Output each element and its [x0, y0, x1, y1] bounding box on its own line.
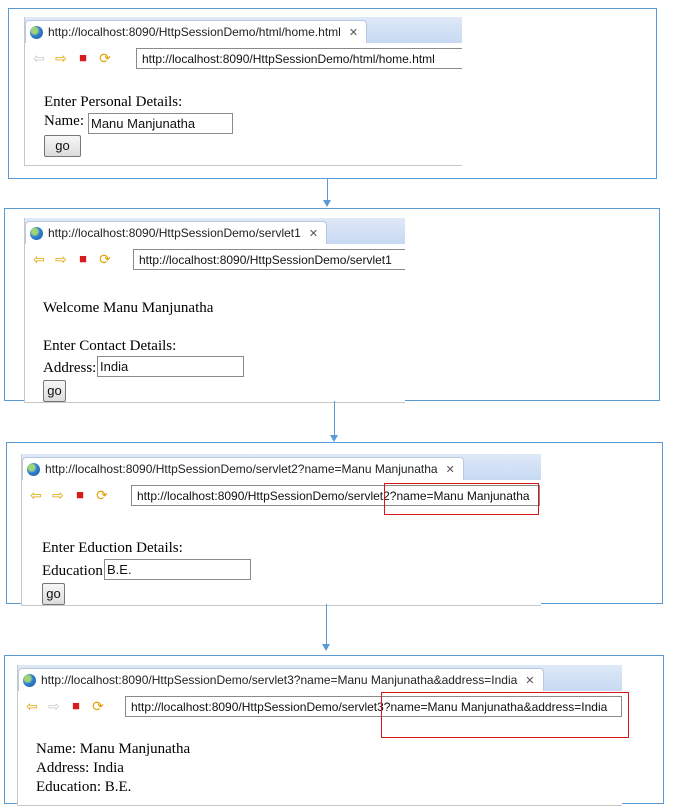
tab-title: http://localhost:8090/HttpSessionDemo/se…: [41, 673, 518, 687]
result-address: Address: India: [36, 760, 124, 776]
address-input[interactable]: India: [97, 356, 244, 377]
education-label: Education:: [42, 563, 107, 579]
flow-arrow-2: [330, 401, 338, 442]
refresh-icon[interactable]: ⟳: [97, 251, 113, 267]
tab-bar: http://localhost:8090/HttpSessionDemo/se…: [25, 218, 405, 244]
refresh-icon[interactable]: ⟳: [94, 487, 110, 503]
query-string-highlight: [381, 692, 629, 738]
step1-browser: http://localhost:8090/HttpSessionDemo/ht…: [24, 17, 462, 166]
step2-browser: http://localhost:8090/HttpSessionDemo/se…: [24, 218, 405, 403]
back-arrow-icon[interactable]: ⇦: [31, 251, 47, 267]
globe-icon: [27, 462, 40, 476]
address-bar[interactable]: http://localhost:8090/HttpSessionDemo/ht…: [136, 48, 462, 69]
browser-tab[interactable]: http://localhost:8090/HttpSessionDemo/se…: [22, 457, 464, 480]
go-button[interactable]: go: [44, 135, 81, 157]
globe-icon: [30, 25, 43, 39]
result-education: Education: B.E.: [36, 779, 132, 795]
forward-arrow-icon[interactable]: ⇨: [53, 50, 69, 66]
stop-icon[interactable]: ■: [72, 487, 88, 503]
page-content: Enter Personal Details: Name: Manu Manju…: [25, 73, 462, 165]
browser-tab[interactable]: http://localhost:8090/HttpSessionDemo/ht…: [25, 20, 368, 43]
tab-title: http://localhost:8090/HttpSessionDemo/se…: [48, 226, 301, 240]
nav-bar: ⇦ ⇨ ■ ⟳ http://localhost:8090/HttpSessio…: [25, 244, 405, 274]
heading: Enter Contact Details:: [43, 338, 177, 354]
result-name: Name: Manu Manjunatha: [36, 741, 191, 757]
browser-tab[interactable]: http://localhost:8090/HttpSessionDemo/se…: [18, 668, 544, 691]
close-tab-icon[interactable]: ✕: [525, 674, 534, 687]
forward-arrow-icon[interactable]: ⇨: [50, 487, 66, 503]
forward-arrow-icon[interactable]: ⇨: [46, 698, 62, 714]
back-arrow-icon[interactable]: ⇦: [24, 698, 40, 714]
globe-icon: [23, 673, 36, 687]
back-arrow-icon[interactable]: ⇦: [31, 50, 47, 66]
heading: Enter Eduction Details:: [42, 540, 183, 556]
refresh-icon[interactable]: ⟳: [90, 698, 106, 714]
query-string-highlight: [384, 483, 539, 515]
welcome-message: Welcome Manu Manjunatha: [43, 300, 214, 316]
refresh-icon[interactable]: ⟳: [97, 50, 113, 66]
education-input[interactable]: B.E.: [104, 559, 251, 580]
tab-title: http://localhost:8090/HttpSessionDemo/ht…: [48, 25, 341, 39]
nav-bar: ⇦ ⇨ ■ ⟳ http://localhost:8090/HttpSessio…: [25, 43, 462, 73]
browser-tab[interactable]: http://localhost:8090/HttpSessionDemo/se…: [25, 221, 328, 244]
stop-icon[interactable]: ■: [75, 251, 91, 267]
step2-frame: http://localhost:8090/HttpSessionDemo/se…: [4, 208, 660, 403]
page-content: Welcome Manu Manjunatha Enter Contact De…: [25, 274, 405, 402]
page-content: Enter Eduction Details: Education: B.E. …: [22, 510, 541, 605]
name-input[interactable]: Manu Manjunatha: [88, 113, 233, 134]
heading: Enter Personal Details:: [44, 94, 183, 110]
tab-bar: http://localhost:8090/HttpSessionDemo/se…: [18, 665, 622, 691]
tab-bar: http://localhost:8090/HttpSessionDemo/se…: [22, 454, 541, 480]
name-label: Name:: [44, 113, 84, 129]
forward-arrow-icon[interactable]: ⇨: [53, 251, 69, 267]
stop-icon[interactable]: ■: [68, 698, 84, 714]
tab-bar: http://localhost:8090/HttpSessionDemo/ht…: [25, 17, 462, 43]
close-tab-icon[interactable]: ✕: [349, 26, 358, 39]
stop-icon[interactable]: ■: [75, 50, 91, 66]
globe-icon: [30, 226, 43, 240]
flow-arrow-1: [323, 179, 331, 207]
tab-title: http://localhost:8090/HttpSessionDemo/se…: [45, 462, 438, 476]
step1-frame: http://localhost:8090/HttpSessionDemo/ht…: [8, 8, 657, 179]
address-bar[interactable]: http://localhost:8090/HttpSessionDemo/se…: [133, 249, 405, 270]
step3-frame: http://localhost:8090/HttpSessionDemo/se…: [6, 442, 663, 606]
back-arrow-icon[interactable]: ⇦: [28, 487, 44, 503]
close-tab-icon[interactable]: ✕: [446, 463, 455, 476]
go-button[interactable]: go: [43, 380, 66, 402]
close-tab-icon[interactable]: ✕: [309, 227, 318, 240]
step3-browser: http://localhost:8090/HttpSessionDemo/se…: [21, 454, 541, 606]
address-label: Address:: [43, 360, 97, 376]
flow-arrow-3: [322, 604, 330, 651]
go-button[interactable]: go: [42, 583, 65, 605]
